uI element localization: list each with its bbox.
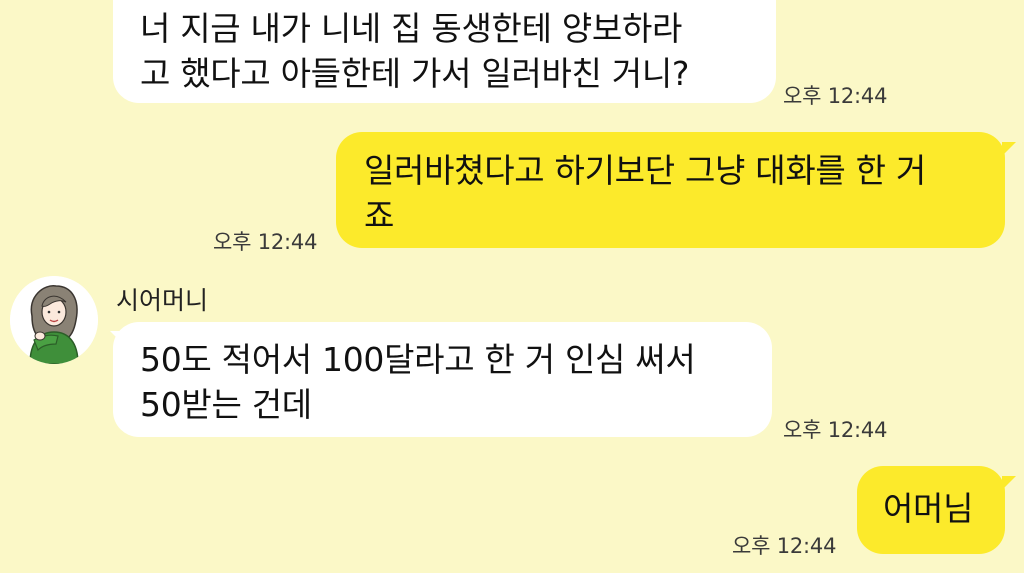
message-text-line: 어머님	[883, 489, 974, 528]
woman-illustration-avatar-icon	[10, 276, 98, 364]
message-text-line: 너 지금 내가 니네 집 동생한테 양보하라	[140, 9, 683, 48]
chat-room: 너 지금 내가 니네 집 동생한테 양보하라 고 했다고 아들한테 가서 일러바…	[0, 0, 1024, 573]
message-text-line: 50받는 건데	[140, 385, 312, 424]
received-message-bubble[interactable]: 50도 적어서 100달라고 한 거 인심 써서 50받는 건데	[113, 322, 772, 437]
message-timestamp: 오후 12:44	[213, 230, 318, 254]
message-timestamp: 오후 12:44	[732, 534, 837, 558]
sender-name: 시어머니	[116, 286, 209, 315]
sent-bubble-tail	[1002, 142, 1016, 156]
sender-avatar[interactable]	[10, 276, 98, 364]
message-text-line: 죠	[364, 196, 395, 235]
message-text-line: 50도 적어서 100달라고 한 거 인심 써서	[140, 340, 696, 379]
received-message-bubble[interactable]: 너 지금 내가 니네 집 동생한테 양보하라 고 했다고 아들한테 가서 일러바…	[113, 0, 776, 103]
sent-message-bubble[interactable]: 어머님	[857, 466, 1005, 554]
message-text-line: 일러바쳤다고 하기보단 그냥 대화를 한 거	[364, 151, 926, 190]
sent-bubble-tail	[1002, 476, 1016, 490]
message-text-line: 고 했다고 아들한테 가서 일러바친 거니?	[140, 54, 690, 93]
message-timestamp: 오후 12:44	[783, 84, 888, 108]
message-timestamp: 오후 12:44	[783, 418, 888, 442]
sent-message-bubble[interactable]: 일러바쳤다고 하기보단 그냥 대화를 한 거 죠	[336, 132, 1005, 248]
